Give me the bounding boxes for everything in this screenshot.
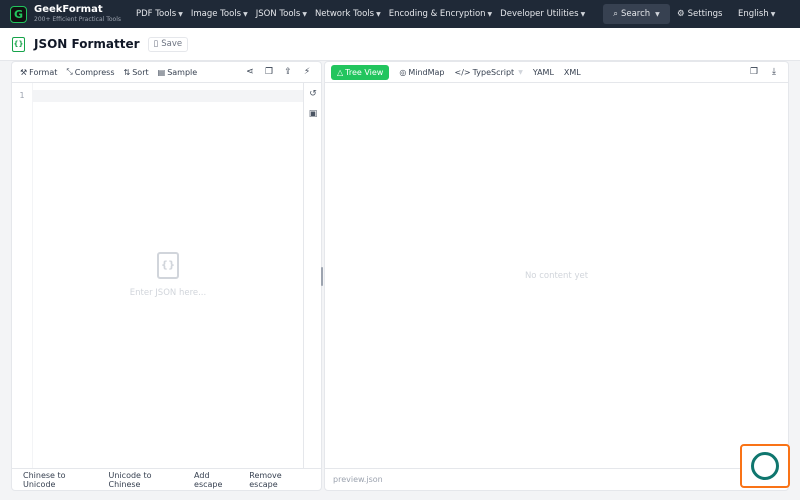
json-editor-panel: ⚒ Format ⤡ Compress ⇅ Sort ▤ Sample ⋖ ❐ ⇪ ⚡ … <box>11 61 322 491</box>
editor-footer: Chinese to Unicode Unicode to Chinese Ad… <box>12 468 321 490</box>
sort-button[interactable]: ⇅ Sort <box>124 68 149 77</box>
chevron-down-icon: ▼ <box>655 10 660 18</box>
language-selector[interactable]: English ▼ <box>738 0 775 28</box>
gear-icon: ⚙ <box>677 9 685 19</box>
nav-developer-utilities[interactable]: Developer Utilities ▼ <box>496 9 589 19</box>
fix-icon[interactable]: ⚡ <box>302 67 312 77</box>
history-icon[interactable]: ↺ <box>309 89 317 99</box>
json-file-icon: {} <box>12 36 25 52</box>
compress-button[interactable]: ⤡ Compress <box>66 67 114 77</box>
nav-encoding-encryption[interactable]: Encoding & Encryption ▼ <box>385 9 496 19</box>
sample-button[interactable]: ▤ Sample <box>158 68 198 77</box>
brand-name: GeekFormat <box>34 4 103 15</box>
save-button[interactable]: ▯ Save <box>147 36 189 52</box>
editor-toolbar: ⚒ Format ⤡ Compress ⇅ Sort ▤ Sample ⋖ ❐ ⇪ ⚡ <box>12 62 321 83</box>
bookmark-icon: ▯ <box>153 39 159 49</box>
tab-tree-view[interactable]: △ Tree View <box>331 64 390 80</box>
copy-icon[interactable]: ❐ <box>264 67 274 77</box>
main-nav: PDF Tools ▼ Image Tools ▼ JSON Tools ▼ Netw… <box>132 0 589 28</box>
language-label: English <box>738 9 769 19</box>
editor-side-strip: ↺ ▣ <box>303 83 321 468</box>
chevron-down-icon: ▼ <box>518 68 523 76</box>
code-icon: </> <box>454 67 471 77</box>
search-icon: ⌕ <box>613 9 618 19</box>
add-escape-button[interactable]: Add escape <box>194 471 239 489</box>
preview-panel: △ Tree View ◎ MindMap </> TypeScript ▼ YAML … <box>324 61 789 491</box>
nav-pdf-tools[interactable]: PDF Tools ▼ <box>132 9 187 19</box>
brand-tagline: 200+ Efficient Practical Tools <box>34 16 122 23</box>
tab-typescript[interactable]: </> TypeScript ▼ <box>455 68 523 77</box>
page-header: {} JSON Formatter ▯ Save <box>0 28 800 61</box>
chevron-down-icon: ▼ <box>487 10 493 18</box>
nav-network-tools[interactable]: Network Tools ▼ <box>311 9 385 19</box>
search-label: Search <box>620 9 651 19</box>
save-label: Save <box>161 39 183 49</box>
line-number-gutter: 1 <box>12 83 33 468</box>
tab-yaml[interactable]: YAML <box>533 68 554 77</box>
tab-xml[interactable]: XML <box>564 68 581 77</box>
upload-icon[interactable]: ⇪ <box>283 67 293 77</box>
preview-footer: preview.json <box>325 468 788 490</box>
chevron-down-icon: ▼ <box>580 10 586 18</box>
chevron-down-icon: ▼ <box>302 10 307 18</box>
top-navigation-bar: G GeekFormat 200+ Efficient Practical To… <box>0 0 800 28</box>
format-button[interactable]: ⚒ Format <box>20 68 57 77</box>
settings-button[interactable]: ⚙ Settings <box>677 0 723 28</box>
panel-resize-handle[interactable] <box>321 267 323 286</box>
save-icon[interactable]: ▣ <box>309 109 318 119</box>
chevron-down-icon: ▼ <box>178 10 183 18</box>
chevron-down-icon: ▼ <box>770 10 776 18</box>
tree-icon: △ <box>337 67 344 77</box>
preview-empty-text: No content yet <box>524 271 589 281</box>
copy-icon[interactable]: ❐ <box>749 67 759 77</box>
settings-label: Settings <box>687 9 723 19</box>
compress-icon: ⤡ <box>66 67 73 76</box>
share-icon[interactable]: ⋖ <box>245 67 255 77</box>
magnifier-icon <box>751 452 779 480</box>
preview-filename: preview.json <box>333 475 383 484</box>
magic-wand-icon: ⚒ <box>20 67 28 77</box>
brand[interactable]: G GeekFormat 200+ Efficient Practical To… <box>0 5 132 23</box>
nav-image-tools[interactable]: Image Tools ▼ <box>187 9 252 19</box>
geekformat-logo-icon: G <box>10 5 27 23</box>
nav-json-tools[interactable]: JSON Tools ▼ <box>252 9 311 19</box>
unicode-to-chinese-button[interactable]: Unicode to Chinese <box>109 471 185 489</box>
search-button[interactable]: ⌕ Search ▼ <box>603 4 670 24</box>
chinese-to-unicode-button[interactable]: Chinese to Unicode <box>23 471 99 489</box>
chevron-down-icon: ▼ <box>243 10 248 18</box>
editor-placeholder: Enter JSON here... <box>129 288 207 298</box>
feedback-widget[interactable] <box>740 444 790 488</box>
preview-tabs: △ Tree View ◎ MindMap </> TypeScript ▼ YAML … <box>325 62 788 83</box>
download-icon[interactable]: ⤓ <box>769 67 779 77</box>
file-icon: ▤ <box>157 67 166 77</box>
page-title: JSON Formatter <box>34 37 140 51</box>
tab-mindmap[interactable]: ◎ MindMap <box>399 68 444 77</box>
remove-escape-button[interactable]: Remove escape <box>249 471 311 489</box>
sort-icon: ⇅ <box>123 67 131 77</box>
editor-empty-state[interactable]: {} Enter JSON here... <box>33 252 303 298</box>
active-line-highlight[interactable] <box>33 90 303 102</box>
chevron-down-icon: ▼ <box>376 10 381 18</box>
line-number: 1 <box>19 91 25 100</box>
json-document-icon: {} <box>157 252 179 279</box>
mindmap-icon: ◎ <box>399 67 407 77</box>
